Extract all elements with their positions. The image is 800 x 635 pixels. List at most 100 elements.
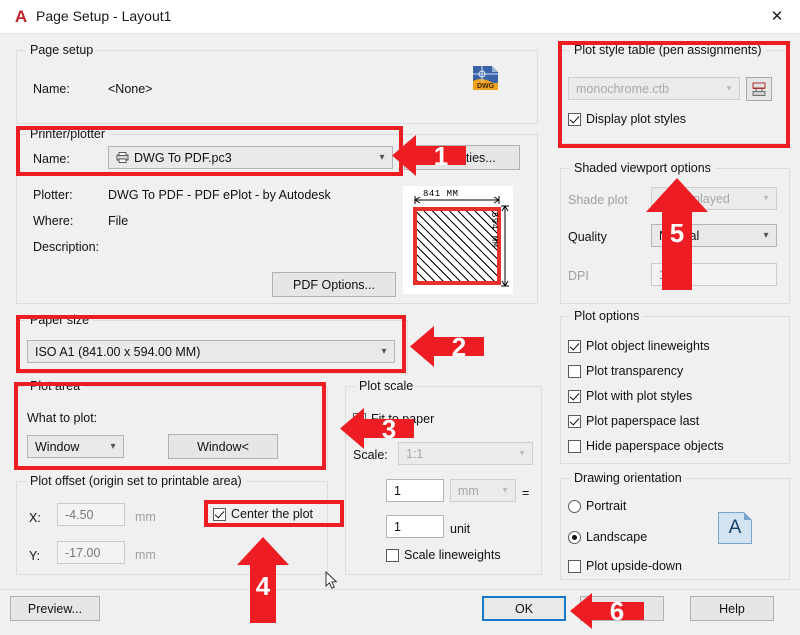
plot-option-plot-styles-checkbox[interactable]: Plot with plot styles [568, 389, 692, 403]
offset-x-input[interactable]: -4.50 [57, 503, 125, 526]
checkbox-icon [568, 364, 581, 378]
orientation-portrait-radio[interactable]: Portrait [568, 499, 626, 513]
paper-size-combo[interactable]: ISO A1 (841.00 x 594.00 MM) ▾ [27, 340, 395, 363]
orientation-portrait-label: Portrait [586, 499, 627, 513]
autocad-a-icon: A [14, 7, 28, 26]
dpi-label: DPI [568, 269, 589, 283]
drawing-orientation-legend: Drawing orientation [570, 471, 686, 485]
step-number-1: 1 [433, 141, 449, 171]
chevron-down-icon: ▾ [502, 485, 508, 496]
what-to-plot-combo[interactable]: Window ▾ [27, 435, 124, 458]
mouse-cursor [325, 570, 338, 590]
center-the-plot-label: Center the plot [231, 507, 313, 521]
offset-x-label: X: [29, 511, 41, 525]
plot-upside-down-checkbox[interactable]: Plot upside-down [568, 559, 682, 573]
preview-height-dim: 594 MM [489, 212, 499, 248]
scale-value: 1:1 [406, 446, 424, 461]
orientation-preview-icon: A [718, 512, 752, 544]
svg-text:DWG: DWG [477, 83, 495, 90]
pdf-options-button[interactable]: PDF Options... [272, 272, 396, 297]
paper-preview: 841 MM 594 MM [403, 186, 513, 294]
step-number-3: 3 [381, 414, 397, 444]
shaded-viewport-legend: Shaded viewport options [570, 161, 715, 175]
printer-name-label: Name: [33, 152, 70, 166]
paper-size-value: ISO A1 (841.00 x 594.00 MM) [35, 344, 201, 359]
scale-units-value: mm [458, 483, 479, 498]
plot-option-hide-paperspace-checkbox[interactable]: Hide paperspace objects [568, 439, 724, 453]
chevron-down-icon: ▾ [110, 441, 116, 452]
chevron-down-icon: ▾ [763, 230, 769, 241]
step-arrow-3: 3 [340, 404, 414, 453]
plot-option-label: Plot transparency [586, 364, 684, 378]
plot-option-label: Plot paperspace last [586, 414, 700, 428]
plot-area-legend: Plot area [26, 379, 85, 393]
plot-option-paperspace-last-checkbox[interactable]: Plot paperspace last [568, 414, 699, 428]
pen-table-edit-icon[interactable] [746, 77, 772, 101]
center-the-plot-checkbox[interactable]: Center the plot [213, 507, 313, 521]
offset-x-units: mm [135, 510, 156, 524]
orientation-landscape-radio[interactable]: Landscape [568, 530, 647, 544]
help-button[interactable]: Help [690, 596, 774, 621]
scale-numerator-input[interactable]: 1 [386, 479, 444, 502]
plot-style-table-legend: Plot style table (pen assignments) [570, 43, 766, 57]
plot-option-label: Hide paperspace objects [586, 439, 724, 453]
step-number-2: 2 [451, 332, 467, 362]
printer-name-combo[interactable]: DWG To PDF.pc3 ▾ [108, 146, 393, 169]
dwg-file-icon: DWG [471, 63, 501, 93]
step-arrow-4: 4 [235, 537, 291, 623]
chevron-down-icon: ▾ [763, 193, 769, 204]
plotter-label: Plotter: [33, 188, 73, 202]
chevron-down-icon: ▾ [379, 152, 385, 163]
display-plot-styles-checkbox[interactable]: Display plot styles [568, 112, 686, 126]
preview-plot-area [417, 211, 497, 281]
title-bar: A Page Setup - Layout1 ✕ [0, 0, 800, 34]
preview-paper-border [413, 207, 501, 285]
plot-option-label: Plot object lineweights [586, 339, 710, 353]
step-arrow-1: 1 [392, 131, 466, 180]
chevron-down-icon: ▾ [726, 83, 732, 94]
step-number-4: 4 [255, 571, 271, 601]
what-to-plot-label: What to plot: [27, 411, 98, 425]
preview-hatch-pattern [417, 211, 497, 281]
plot-style-table-combo[interactable]: monochrome.ctb ▾ [568, 77, 740, 100]
plot-offset-legend: Plot offset (origin set to printable are… [26, 474, 246, 488]
orientation-landscape-label: Landscape [586, 530, 648, 544]
paper-size-legend: Paper size [26, 313, 94, 327]
plot-option-lineweights-checkbox[interactable]: Plot object lineweights [568, 339, 710, 353]
page-setup-name-value: <None> [108, 82, 153, 96]
step-number-6: 6 [609, 596, 625, 626]
page-setup-dialog: A Page Setup - Layout1 ✕ Page setup Name… [0, 0, 800, 629]
scale-lineweights-label: Scale lineweights [404, 548, 501, 562]
preview-button[interactable]: Preview... [10, 596, 100, 621]
chevron-down-icon: ▾ [519, 448, 525, 459]
plotter-value: DWG To PDF - PDF ePlot - by Autodesk [108, 188, 331, 202]
step-arrow-2: 2 [410, 322, 484, 371]
footer-divider [0, 589, 800, 590]
printer-name-value: DWG To PDF.pc3 [109, 151, 372, 165]
plot-option-transparency-checkbox[interactable]: Plot transparency [568, 364, 683, 378]
plot-option-label: Plot with plot styles [586, 389, 693, 403]
step-arrow-5: 5 [644, 178, 710, 290]
what-to-plot-value: Window [35, 439, 80, 454]
ok-button[interactable]: OK [482, 596, 566, 621]
chevron-down-icon: ▾ [381, 346, 387, 357]
scale-denominator-input[interactable]: 1 [386, 515, 444, 538]
where-value: File [108, 214, 129, 228]
offset-y-label: Y: [29, 549, 41, 563]
scale-units-combo[interactable]: mm ▾ [450, 479, 516, 502]
scale-combo[interactable]: 1:1 ▾ [398, 442, 533, 465]
scale-unit-label: unit [450, 522, 471, 536]
close-icon[interactable]: ✕ [754, 0, 800, 32]
radio-icon [568, 530, 581, 544]
plot-scale-legend: Plot scale [355, 379, 418, 393]
offset-y-input[interactable]: -17.00 [57, 541, 125, 564]
checkbox-icon [568, 389, 581, 403]
page-setup-legend: Page setup [26, 43, 98, 57]
checkbox-icon [568, 559, 581, 573]
printer-plotter-legend: Printer/plotter [26, 127, 110, 141]
window-select-button[interactable]: Window< [168, 434, 278, 459]
checkbox-icon [568, 414, 581, 428]
plot-options-legend: Plot options [570, 309, 644, 323]
scale-lineweights-checkbox[interactable]: Scale lineweights [386, 548, 501, 562]
scale-equals-sign: = [522, 486, 530, 500]
